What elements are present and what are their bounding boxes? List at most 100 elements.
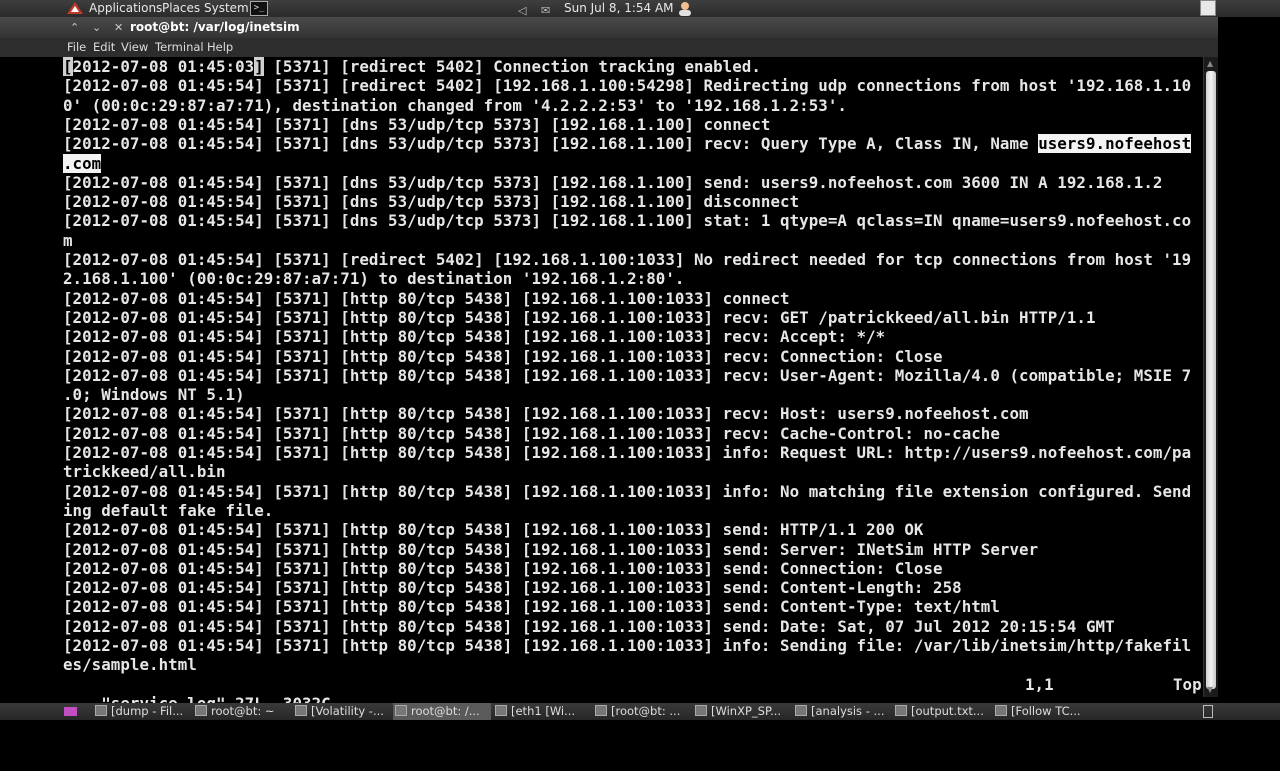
menu-places[interactable]: Places bbox=[162, 0, 200, 17]
panel-corner-button[interactable] bbox=[1200, 0, 1216, 16]
taskbar-item[interactable]: [analysis - ... bbox=[793, 703, 891, 720]
menu-view[interactable]: View bbox=[121, 38, 148, 57]
log-line: trickkeed/all.bin bbox=[63, 462, 226, 481]
selected-text: .com bbox=[63, 153, 102, 173]
line-text: [2012-07-08 01:45:54] [5371] [redirect 5… bbox=[63, 250, 1192, 269]
maximize-icon[interactable]: ⌄ bbox=[92, 17, 101, 38]
terminal-launcher-icon[interactable]: >_ bbox=[250, 1, 268, 16]
terminal-scrollbar[interactable]: ▲ ▼ bbox=[1203, 57, 1219, 697]
log-line: [2012-07-08 01:45:54] [5371] [http 80/tc… bbox=[63, 540, 1038, 559]
scrollbar-thumb[interactable] bbox=[1206, 71, 1216, 689]
scroll-up-icon[interactable]: ▲ bbox=[1207, 59, 1213, 68]
backtrack-logo-icon[interactable] bbox=[66, 1, 84, 16]
line-text: [2012-07-08 01:45:54] [5371] [http 80/tc… bbox=[63, 307, 1096, 327]
line-text: 0' (00:0c:29:87:a7:71), destination chan… bbox=[63, 95, 847, 115]
top-panel: Applications Places System >_ ◁ ✉ Sun Ju… bbox=[0, 0, 1280, 17]
vim-status-line: "service.log" 27L, 3032C 1,1 Top bbox=[63, 675, 1203, 771]
window-icon bbox=[395, 705, 407, 716]
line-text: [2012-07-08 01:45:54] [5371] [dns 53/udp… bbox=[63, 172, 1163, 192]
show-desktop-icon[interactable] bbox=[64, 707, 77, 716]
trash-icon[interactable] bbox=[1203, 705, 1213, 718]
clock[interactable]: Sun Jul 8, 1:54 AM bbox=[564, 0, 674, 17]
log-line: [2012-07-08 01:45:54] [5371] [dns 53/udp… bbox=[63, 173, 1162, 192]
window-titlebar[interactable]: ⌃ ⌄ ✕ root@bt: /var/log/inetsim bbox=[0, 17, 1218, 38]
status-cursor-position: 1,1 bbox=[1025, 675, 1054, 694]
log-line: [2012-07-08 01:45:54] [5371] [dns 53/udp… bbox=[63, 115, 770, 134]
log-line: [2012-07-08 01:45:54] [5371] [http 80/tc… bbox=[63, 617, 1115, 636]
taskbar-item[interactable]: root@bt: ~ bbox=[193, 703, 291, 720]
line-text: [2012-07-08 01:45:54] [5371] [http 80/tc… bbox=[63, 365, 1192, 385]
terminal-area[interactable]: [2012-07-08 01:45:03] [5371] [redirect 5… bbox=[63, 57, 1203, 713]
cursor-char: [ bbox=[63, 57, 73, 76]
log-line: ing default fake file. bbox=[63, 501, 273, 520]
taskbar-item-label: [Volatility -... bbox=[311, 704, 384, 718]
window-icon bbox=[895, 705, 907, 716]
log-line: [2012-07-08 01:45:54] [5371] [http 80/tc… bbox=[63, 578, 962, 597]
menu-edit[interactable]: Edit bbox=[93, 38, 115, 57]
log-line: .com bbox=[63, 153, 102, 173]
terminal-menubar: File Edit View Terminal Help bbox=[0, 38, 1218, 57]
log-line: [2012-07-08 01:45:54] [5371] [http 80/tc… bbox=[63, 308, 1096, 327]
log-line: [2012-07-08 01:45:54] [5371] [dns 53/udp… bbox=[63, 192, 799, 211]
menu-help[interactable]: Help bbox=[207, 38, 233, 57]
taskbar: [dump - Fil... root@bt: ~ [Volatility -...… bbox=[0, 703, 1280, 720]
line-text: [2012-07-08 01:45:54] [5371] [http 80/tc… bbox=[63, 578, 962, 598]
window-icon bbox=[995, 705, 1007, 716]
window-icon bbox=[295, 705, 307, 716]
window-icon bbox=[95, 705, 107, 716]
taskbar-item-label: [root@bt: ... bbox=[611, 704, 681, 718]
taskbar-item[interactable]: [dump - Fil... bbox=[93, 703, 191, 720]
taskbar-item[interactable]: [Volatility -... bbox=[293, 703, 391, 720]
log-line: [2012-07-08 01:45:54] [5371] [http 80/tc… bbox=[63, 482, 1191, 501]
minimize-icon[interactable]: ⌃ bbox=[70, 17, 79, 38]
line-text: [2012-07-08 01:45:54] [5371] [http 80/tc… bbox=[63, 558, 943, 578]
line-text: [2012-07-08 01:45:54] [5371] [http 80/tc… bbox=[63, 346, 943, 366]
line-text: [2012-07-08 01:45:54] [5371] [http 80/tc… bbox=[63, 404, 1029, 424]
line-text: [2012-07-08 01:45:54] [5371] [http 80/tc… bbox=[63, 520, 924, 540]
taskbar-item[interactable]: [output.txt... bbox=[893, 703, 991, 720]
log-line: [2012-07-08 01:45:54] [5371] [http 80/tc… bbox=[63, 597, 1000, 616]
taskbar-item-label: [Follow TC... bbox=[1011, 704, 1081, 718]
desktop-edge bbox=[1218, 17, 1280, 703]
log-line: [2012-07-08 01:45:54] [5371] [http 80/tc… bbox=[63, 289, 790, 308]
taskbar-item[interactable]: [Follow TC... bbox=[993, 703, 1091, 720]
taskbar-item-label: [dump - Fil... bbox=[111, 704, 184, 718]
line-text: 2.168.1.100' (00:0c:29:87:a7:71) to dest… bbox=[63, 269, 685, 289]
log-line: es/sample.html bbox=[63, 655, 197, 674]
scroll-down-icon[interactable]: ▼ bbox=[1207, 685, 1213, 694]
taskbar-item-label: root@bt: ~ bbox=[211, 704, 275, 718]
window-icon bbox=[695, 705, 707, 716]
log-line: [2012-07-08 01:45:54] [5371] [redirect 5… bbox=[63, 76, 1191, 95]
line-text: [2012-07-08 01:45:54] [5371] [http 80/tc… bbox=[63, 443, 1192, 462]
taskbar-item-label: [eth1 [Wi... bbox=[511, 704, 576, 718]
taskbar-item[interactable]: [WinXP_SP... bbox=[693, 703, 791, 720]
log-line: [2012-07-08 01:45:54] [5371] [http 80/tc… bbox=[63, 443, 1191, 462]
log-line: m bbox=[63, 231, 73, 250]
line-text: .0; Windows NT 5.1) bbox=[63, 385, 245, 405]
log-line: [2012-07-08 01:45:54] [5371] [dns 53/udp… bbox=[63, 211, 1191, 230]
menu-terminal[interactable]: Terminal bbox=[155, 38, 204, 57]
user-icon[interactable] bbox=[677, 1, 693, 16]
line-text: [2012-07-08 01:45:54] [5371] [dns 53/udp… bbox=[63, 114, 771, 134]
line-text: [2012-07-08 01:45:54] [5371] [http 80/tc… bbox=[63, 636, 1192, 655]
log-line: [2012-07-08 01:45:54] [5371] [dns 53/udp… bbox=[63, 134, 1192, 154]
taskbar-item[interactable]: root@bt: /... bbox=[393, 703, 491, 720]
selected-text: users9.nofeehost bbox=[1038, 134, 1192, 154]
log-line: .0; Windows NT 5.1) bbox=[63, 385, 245, 404]
window-icon bbox=[595, 705, 607, 716]
window-icon bbox=[495, 705, 507, 716]
line-text: 2012-07-08 01:45:03 bbox=[72, 57, 255, 76]
menu-applications[interactable]: Applications bbox=[89, 0, 162, 17]
close-icon[interactable]: ✕ bbox=[114, 17, 123, 38]
line-text: [2012-07-08 01:45:54] [5371] [dns 53/udp… bbox=[63, 134, 1039, 154]
log-line: [2012-07-08 01:45:54] [5371] [http 80/tc… bbox=[63, 366, 1191, 385]
log-line: 0' (00:0c:29:87:a7:71), destination chan… bbox=[63, 96, 847, 115]
log-line: [2012-07-08 01:45:54] [5371] [http 80/tc… bbox=[63, 327, 885, 346]
menu-file[interactable]: File bbox=[67, 38, 86, 57]
line-text: es/sample.html bbox=[63, 655, 197, 675]
taskbar-item[interactable]: [eth1 [Wi... bbox=[493, 703, 591, 720]
taskbar-item[interactable]: [root@bt: ... bbox=[593, 703, 691, 720]
line-text: [2012-07-08 01:45:54] [5371] [http 80/tc… bbox=[63, 597, 1000, 617]
line-text: [2012-07-08 01:45:54] [5371] [http 80/tc… bbox=[63, 481, 1192, 501]
menu-system[interactable]: System bbox=[204, 0, 249, 17]
